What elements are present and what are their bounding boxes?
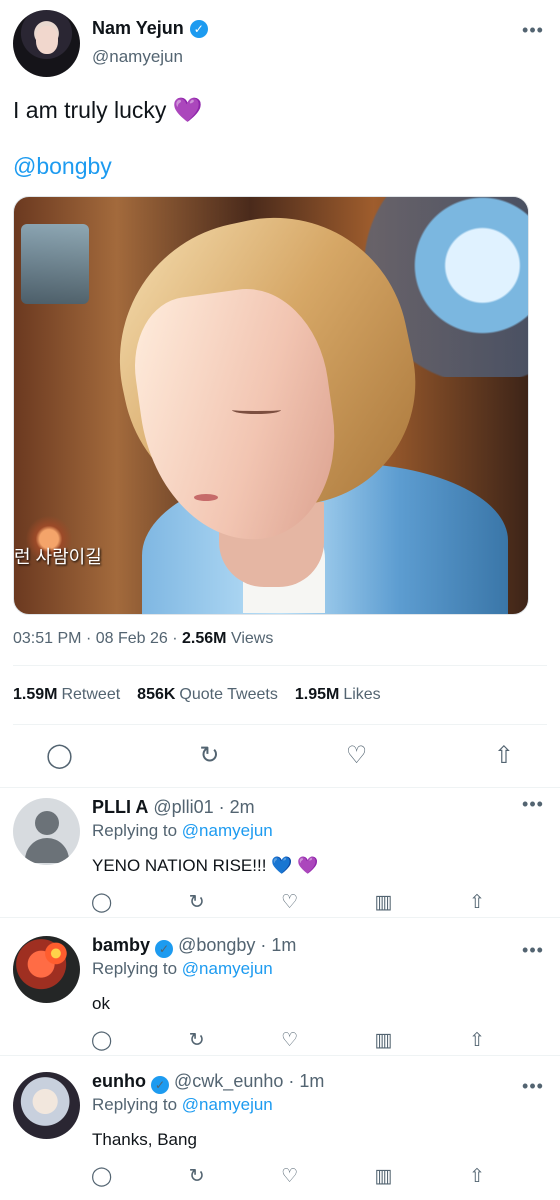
illustration-closed-eye [232,406,281,414]
reply-time[interactable]: 2m [230,797,255,817]
profile-avatar[interactable] [13,936,80,1003]
replying-label: Replying to [92,959,178,978]
reply-display-name[interactable]: eunho [92,1071,146,1091]
tweet-meta: 03:51 PM · 08 Feb 26 · 2.56M Views [13,630,273,648]
verified-icon: ✓ [151,1076,170,1094]
tweet-text-content: I am truly lucky [13,97,167,123]
reply-time-separator: · [213,797,230,817]
purple-heart-emoji: 💜 [172,97,203,124]
tweet-time[interactable]: 03:51 PM [13,630,81,647]
background-bottles [21,224,89,304]
illustration-lip [194,494,218,501]
heart-icon[interactable]: ♡ [281,891,298,913]
quote-label: Quote Tweets [179,686,278,703]
reply-handle[interactable]: @bongby [178,935,255,955]
retweet-icon[interactable]: ↻ [189,891,205,913]
reply-handle[interactable]: @cwk_eunho [174,1071,283,1091]
reply-time-separator: · [255,935,272,955]
views-count: 2.56M [182,630,227,647]
reply-handle[interactable]: @plli01 [153,797,213,817]
more-icon[interactable]: ••• [519,795,547,818]
replying-to-link[interactable]: @namyejun [182,821,273,840]
author-handle[interactable]: @namyejun [92,47,183,67]
reply-display-name[interactable]: PLLI A [92,797,148,817]
author-display-name: Nam Yejun [92,18,184,38]
retweet-stat[interactable]: 1.59M Retweet [13,686,120,704]
replying-to: Replying to @namyejun [92,1095,273,1115]
image-caption: 런 사람이길 [14,547,102,567]
comment-icon[interactable]: ◯ [91,1165,112,1187]
like-label: Likes [343,686,381,703]
profile-avatar[interactable] [13,10,80,77]
reply-text: YENO NATION RISE!!! 💙 💜 [92,856,319,875]
comment-icon[interactable]: ◯ [91,891,112,913]
more-icon[interactable]: ••• [519,21,547,44]
bar-chart-icon[interactable]: ▥ [375,891,393,913]
more-icon[interactable]: ••• [519,941,547,964]
tweet-mention-link[interactable]: @bongby [13,153,112,180]
reply-text: ok [92,994,110,1013]
share-icon[interactable]: ⇧ [469,1165,485,1187]
reply-header: eunho ✓ @cwk_eunho · 1m [92,1071,324,1094]
heart-icon[interactable]: ♡ [346,744,368,768]
reply-header: PLLI A @plli01 · 2m [92,797,255,818]
meta-separator: · [85,630,96,647]
heart-icon[interactable]: ♡ [281,1029,298,1051]
tweet-stats: 1.59M Retweet 856K Quote Tweets 1.95M Likes [13,686,381,704]
share-icon[interactable]: ⇧ [494,744,514,768]
replying-label: Replying to [92,821,178,840]
reply-display-name[interactable]: bamby [92,935,150,955]
like-count: 1.95M [294,686,340,703]
bar-chart-icon[interactable]: ▥ [375,1029,393,1051]
quote-count: 856K [137,686,176,703]
reply-tweet[interactable]: PLLI A @plli01 · 2m ••• Replying to @nam… [0,788,560,918]
tweet-date[interactable]: 08 Feb 26 [96,630,168,647]
reply-time[interactable]: 1m [271,935,296,955]
comment-icon[interactable]: ◯ [91,1029,112,1051]
meta-separator: · [172,630,183,647]
profile-avatar[interactable] [13,798,80,865]
reply-header: bamby ✓ @bongby · 1m [92,935,296,958]
heart-icon[interactable]: ♡ [281,1165,298,1187]
tweet-text: I am truly lucky 💜 [13,95,203,126]
retweet-icon[interactable]: ↻ [189,1165,205,1187]
stats-divider [13,724,547,725]
reply-time[interactable]: 1m [299,1071,324,1091]
replying-to-link[interactable]: @namyejun [182,959,273,978]
replying-to: Replying to @namyejun [92,959,273,979]
reply-time-separator: · [283,1071,300,1091]
main-tweet-actions: ◯ ↻ ♡ ⇧ [46,744,514,768]
reply-text: Thanks, Bang [92,1130,197,1149]
like-stat[interactable]: 1.95M Likes [295,686,381,704]
meta-divider [13,665,547,666]
tweet-image[interactable]: 런 사람이길 [13,196,529,615]
quote-stat[interactable]: 856K Quote Tweets [137,686,278,704]
verified-icon: ✓ [155,940,174,958]
more-icon[interactable]: ••• [519,1077,547,1100]
comment-icon[interactable]: ◯ [46,744,73,768]
share-icon[interactable]: ⇧ [469,1029,485,1051]
profile-avatar[interactable] [13,1072,80,1139]
reply-actions: ◯ ↻ ♡ ▥ ⇧ [91,1029,485,1051]
views-label: Views [230,630,274,647]
replying-to: Replying to @namyejun [92,821,273,841]
retweet-label: Retweet [61,686,121,703]
share-icon[interactable]: ⇧ [469,891,485,913]
bar-chart-icon[interactable]: ▥ [375,1165,393,1187]
replying-label: Replying to [92,1095,178,1114]
avatar-face [36,26,58,54]
reply-actions: ◯ ↻ ♡ ▥ ⇧ [91,891,485,913]
retweet-count: 1.59M [13,686,58,703]
reply-tweet[interactable]: bamby ✓ @bongby · 1m ••• Replying to @na… [0,926,560,1056]
verified-icon: ✓ [189,19,208,38]
author-name-row[interactable]: Nam Yejun ✓ [92,18,208,39]
reply-actions: ◯ ↻ ♡ ▥ ⇧ [91,1165,485,1187]
reply-tweet[interactable]: eunho ✓ @cwk_eunho · 1m ••• Replying to … [0,1062,560,1200]
retweet-icon[interactable]: ↻ [199,744,219,768]
retweet-icon[interactable]: ↻ [189,1029,205,1051]
replying-to-link[interactable]: @namyejun [182,1095,273,1114]
